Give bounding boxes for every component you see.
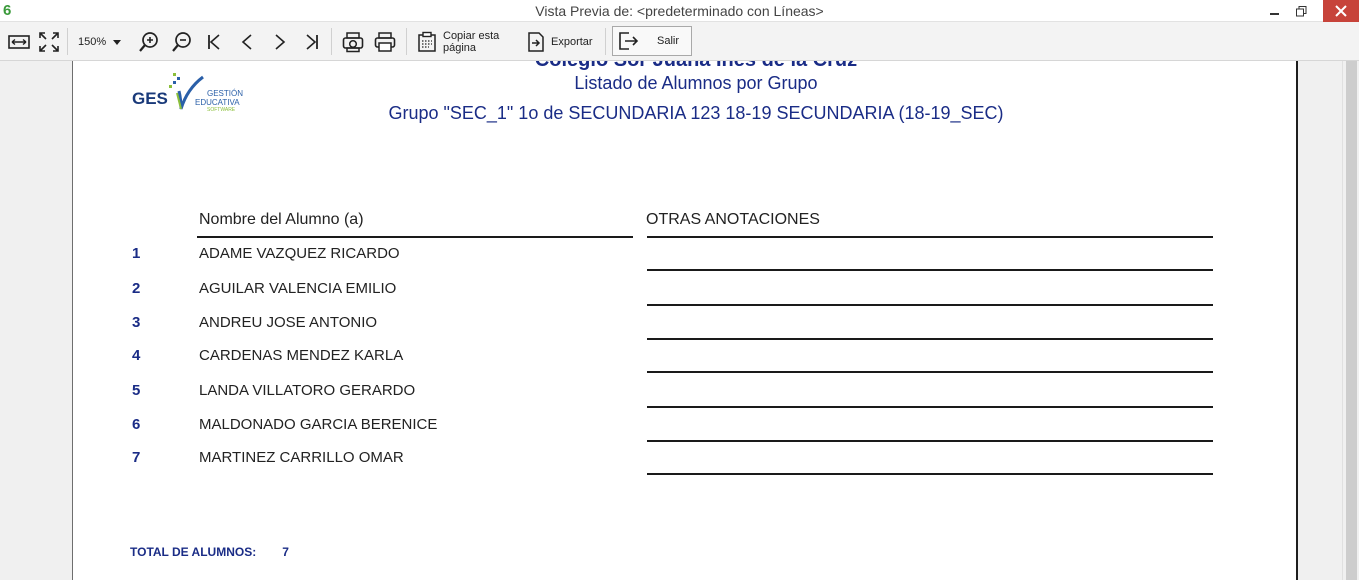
notes-line [647,338,1213,340]
fit-width-icon [8,35,30,49]
row-number: 2 [132,280,141,297]
zoom-out-icon [172,32,191,52]
student-name: MARTINEZ CARRILLO OMAR [199,449,404,466]
last-page-button[interactable] [302,29,322,55]
exit-label: Salir [657,35,680,47]
export-button[interactable]: Exportar [527,27,593,57]
report-title: Listado de Alumnos por Grupo [574,73,818,93]
next-page-icon [275,34,286,50]
window-title: Vista Previa de: <predeterminado con Lín… [535,3,824,19]
toolbar-separator [67,28,68,55]
next-page-button[interactable] [270,29,290,55]
student-name: MALDONADO GARCIA BERENICE [199,416,438,433]
fit-page-icon [39,32,59,52]
zoom-value: 150% [78,36,107,48]
row-number: 5 [132,382,141,399]
close-button[interactable] [1323,0,1359,22]
student-name: AGUILAR VALENCIA EMILIO [199,280,397,297]
student-name: CARDENAS MENDEZ KARLA [199,347,404,364]
report-subtitle: Grupo "SEC_1" 1o de SECUNDARIA 123 18-19… [388,103,1004,123]
notes-line [647,269,1213,271]
copy-page-button[interactable]: Copiar esta página [417,27,499,57]
export-label: Exportar [551,36,593,48]
student-name: ADAME VAZQUEZ RICARDO [199,245,400,262]
minimize-icon [1270,13,1279,15]
zoom-out-button[interactable] [170,29,194,55]
notes-line [647,371,1213,373]
fit-width-button[interactable] [6,29,32,55]
preview-workspace: Colegio Sor Juana Inés de la Cruz GES GE… [0,61,1359,580]
print-button[interactable] [372,29,398,55]
total-label: TOTAL DE ALUMNOS: [130,545,257,559]
scrollbar-thumb[interactable] [1346,61,1357,580]
zoom-in-icon [139,32,158,52]
restore-button[interactable] [1288,0,1314,22]
row-number: 4 [132,347,141,364]
close-icon [1335,5,1347,17]
prev-page-icon [241,34,252,50]
header-rule-name [197,236,633,238]
row-number: 1 [132,245,141,262]
exit-icon [619,32,639,50]
toolbar-separator [406,28,407,55]
row-number: 3 [132,314,141,331]
window-titlebar: 6 Vista Previa de: <predeterminado con L… [0,0,1359,22]
preview-toolbar: 150% Copiar esta página Exportar Salir [0,22,1359,61]
total-value: 7 [282,545,289,559]
report-page: Colegio Sor Juana Inés de la Cruz GES GE… [72,61,1298,580]
school-name: Colegio Sor Juana Inés de la Cruz [73,61,1296,72]
restore-icon [1295,5,1306,16]
minimize-button[interactable] [1262,0,1288,22]
zoom-in-button[interactable] [137,29,161,55]
chevron-down-icon [113,39,122,45]
notes-line [647,406,1213,408]
column-header-notes: OTRAS ANOTACIONES [646,211,820,228]
toolbar-separator [605,28,606,55]
first-page-button[interactable] [204,29,224,55]
notes-line [647,440,1213,442]
fit-page-button[interactable] [36,29,62,55]
exit-button[interactable]: Salir [612,26,692,56]
total-students: TOTAL DE ALUMNOS: 7 [130,545,289,559]
row-number: 6 [132,416,141,433]
export-icon [528,32,544,52]
print-setup-icon [342,32,364,53]
notes-line [647,473,1213,475]
copy-page-label: Copiar esta página [443,30,500,54]
notes-line [647,304,1213,306]
print-icon [374,32,396,52]
first-page-icon [208,34,220,50]
copy-page-icon [418,31,436,52]
student-name: ANDREU JOSE ANTONIO [199,314,378,331]
print-setup-button[interactable] [340,29,366,55]
row-number: 7 [132,449,141,466]
prev-page-button[interactable] [237,29,257,55]
toolbar-separator [331,28,332,55]
header-rule-notes [647,236,1213,238]
column-header-name: Nombre del Alumno (a) [199,211,364,228]
vertical-scrollbar[interactable] [1342,61,1359,580]
last-page-icon [306,34,318,50]
zoom-select[interactable]: 150% [74,32,126,52]
student-name: LANDA VILLATORO GERARDO [199,382,416,399]
